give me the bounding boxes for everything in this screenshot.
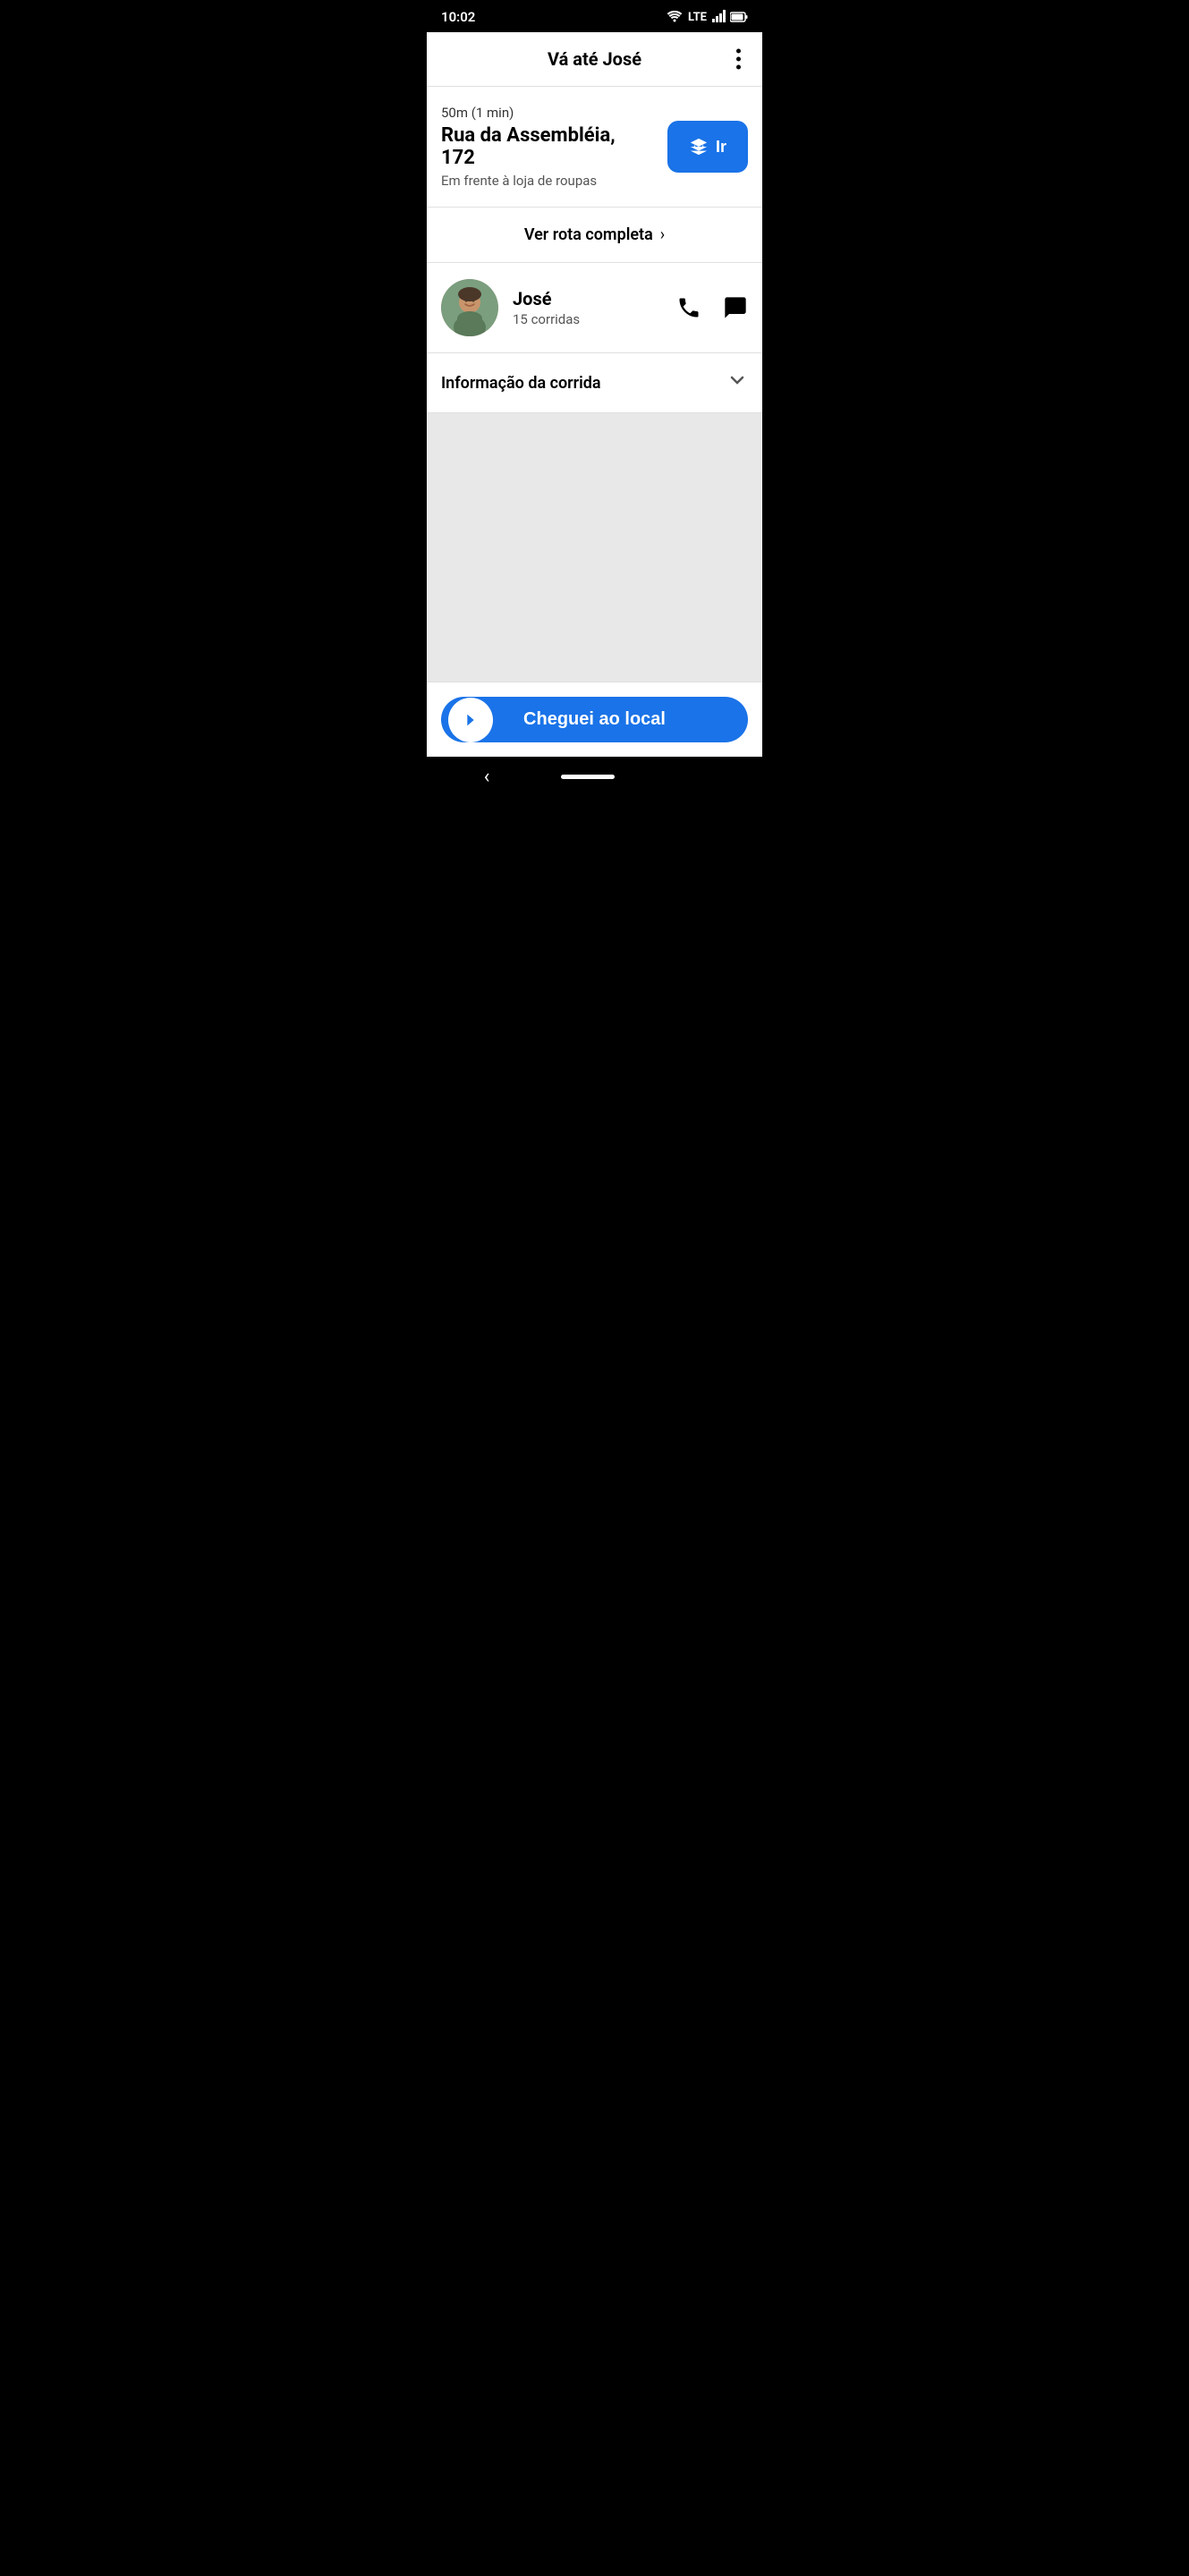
arrived-label: Cheguei ao local xyxy=(463,709,726,730)
call-button[interactable] xyxy=(676,295,701,320)
arrived-icon xyxy=(448,698,493,742)
driver-actions xyxy=(676,295,748,320)
status-time: 10:02 xyxy=(441,9,475,25)
chevron-down-icon xyxy=(726,369,748,396)
dot2 xyxy=(736,57,741,62)
home-indicator xyxy=(561,775,615,779)
back-button[interactable]: ‹ xyxy=(484,766,490,788)
route-label: Ver rota completa xyxy=(524,225,653,244)
go-button[interactable]: Ir xyxy=(667,121,748,173)
status-bar: 10:02 LTE xyxy=(427,0,762,32)
arrow-right-icon xyxy=(461,710,480,730)
dot3 xyxy=(736,65,741,70)
navigation-icon xyxy=(689,137,709,157)
signal-icon xyxy=(712,9,726,26)
view-route-button[interactable]: Ver rota completa › xyxy=(427,208,762,263)
bottom-section: Cheguei ao local xyxy=(427,682,762,757)
street-label: Rua da Assembléia, 172 xyxy=(441,124,653,169)
driver-name: José xyxy=(513,288,662,309)
avatar xyxy=(441,279,498,336)
address-hint: Em frente à loja de roupas xyxy=(441,173,653,189)
go-button-label: Ir xyxy=(716,138,726,157)
phone-icon xyxy=(676,295,701,320)
address-section: 50m (1 min) Rua da Assembléia, 172 Em fr… xyxy=(427,87,762,208)
driver-rides: 15 corridas xyxy=(513,311,662,327)
ride-info-label: Informação da corrida xyxy=(441,374,601,393)
battery-icon xyxy=(730,9,748,26)
wifi-icon xyxy=(667,9,683,26)
address-info: 50m (1 min) Rua da Assembléia, 172 Em fr… xyxy=(441,105,653,189)
nav-bar: ‹ xyxy=(427,757,762,796)
status-icons: LTE xyxy=(667,9,748,26)
dot1 xyxy=(736,49,741,54)
arrived-button[interactable]: Cheguei ao local xyxy=(441,697,748,742)
ride-info-button[interactable]: Informação da corrida xyxy=(427,353,762,413)
page-title: Vá até José xyxy=(548,48,641,70)
app-content: Vá até José 50m (1 min) Rua da Assembléi… xyxy=(427,32,762,757)
driver-info: José 15 corridas xyxy=(513,288,662,327)
header: Vá até José xyxy=(427,32,762,87)
chevron-right-icon: › xyxy=(660,225,665,244)
more-options-button[interactable] xyxy=(729,42,748,77)
driver-section: José 15 corridas xyxy=(427,263,762,353)
map-view xyxy=(427,413,762,682)
message-button[interactable] xyxy=(723,295,748,320)
message-icon xyxy=(723,295,748,320)
lte-label: LTE xyxy=(688,11,707,24)
distance-label: 50m (1 min) xyxy=(441,105,653,121)
